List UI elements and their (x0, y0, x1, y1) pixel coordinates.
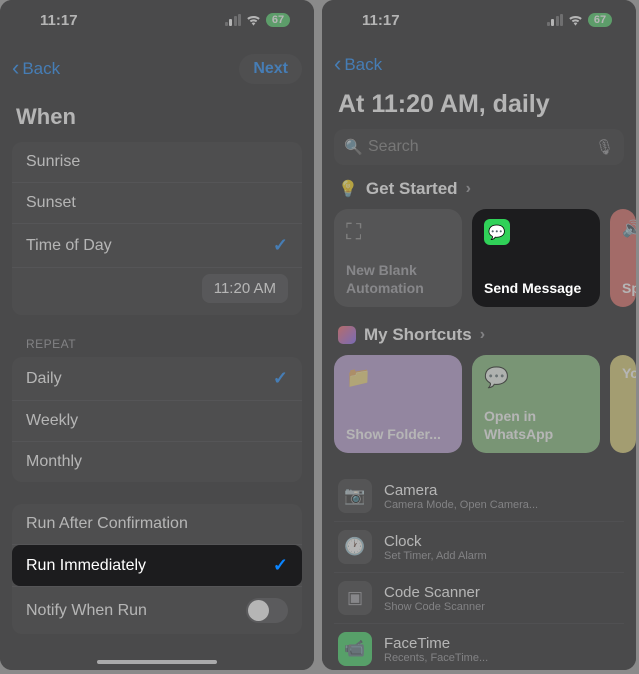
search-field[interactable]: 🔍 🎙 (322, 129, 636, 179)
speaker-icon: 🔊 (622, 219, 624, 239)
when-option-time-of-day[interactable]: Time of Day ✓ (12, 224, 302, 268)
repeat-option-daily[interactable]: Daily ✓ (12, 357, 302, 401)
battery-icon: 67 (588, 13, 612, 27)
repeat-option-weekly[interactable]: Weekly (12, 401, 302, 442)
status-time: 11:17 (40, 12, 78, 29)
when-group: Sunrise Sunset Time of Day ✓ 11:20 AM (12, 142, 302, 315)
app-list: 📷 Camera Camera Mode, Open Camera... 🕐 C… (322, 471, 636, 674)
right-screen: 11:17 67 ‹ Back At 11:20 AM, daily 🔍 🎙 💡… (322, 0, 636, 670)
facetime-icon: 📹 (338, 632, 372, 666)
card-show-folder[interactable]: 📁 Show Folder... (334, 355, 462, 453)
repeat-group: Daily ✓ Weekly Monthly (12, 357, 302, 482)
card-send-message[interactable]: 💬 Send Message (472, 209, 600, 307)
status-bar: 11:17 67 (0, 0, 314, 40)
check-icon: ✓ (273, 555, 288, 576)
run-immediately[interactable]: Run Immediately ✓ (12, 545, 302, 587)
battery-icon: 67 (266, 13, 290, 27)
search-icon: 🔍 (344, 138, 363, 156)
nav-bar: ‹ Back (322, 40, 636, 86)
clock-icon: 🕐 (338, 530, 372, 564)
page-title: At 11:20 AM, daily (322, 86, 636, 129)
back-button[interactable]: ‹ Back (12, 58, 60, 80)
nav-bar: ‹ Back Next (0, 40, 314, 94)
status-time: 11:17 (362, 12, 400, 29)
wifi-icon (568, 14, 583, 26)
run-after-confirmation[interactable]: Run After Confirmation (12, 504, 302, 545)
crop-icon: ⛶ (346, 219, 450, 245)
chevron-right-icon: › (466, 180, 471, 198)
back-label: Back (22, 59, 60, 79)
folder-icon: 📁 (346, 365, 450, 390)
repeat-label: REPEAT (0, 337, 314, 357)
check-icon: ✓ (273, 368, 288, 389)
chat-icon: 💬 (484, 365, 588, 390)
signal-icon (225, 14, 242, 26)
check-icon: ✓ (273, 235, 288, 256)
home-indicator[interactable] (97, 660, 217, 664)
my-shortcuts-cards: 📁 Show Folder... 💬 Open in WhatsApp Yo (322, 355, 636, 471)
card-yellow-partial[interactable]: Yo (610, 355, 636, 453)
chevron-left-icon: ‹ (12, 57, 19, 79)
wifi-icon (246, 14, 261, 26)
notify-toggle[interactable] (246, 598, 288, 623)
lightbulb-icon: 💡 (338, 179, 358, 199)
my-shortcuts-header[interactable]: My Shortcuts › (322, 325, 636, 355)
back-button[interactable]: ‹ Back (334, 54, 382, 76)
notify-when-run[interactable]: Notify When Run (12, 587, 302, 634)
camera-icon: 📷 (338, 479, 372, 513)
time-picker[interactable]: 11:20 AM (202, 274, 288, 303)
app-row-camera[interactable]: 📷 Camera Camera Mode, Open Camera... (334, 471, 624, 522)
repeat-option-monthly[interactable]: Monthly (12, 442, 302, 482)
card-speak-partial[interactable]: 🔊 Sp (610, 209, 636, 307)
mic-icon[interactable]: 🎙 (595, 138, 614, 156)
card-open-whatsapp[interactable]: 💬 Open in WhatsApp (472, 355, 600, 453)
app-row-facetime[interactable]: 📹 FaceTime Recents, FaceTime... (334, 624, 624, 674)
card-new-blank-automation[interactable]: ⛶ New Blank Automation (334, 209, 462, 307)
chevron-right-icon: › (480, 326, 485, 344)
run-group: Run After Confirmation Run Immediately ✓… (12, 504, 302, 634)
chevron-left-icon: ‹ (334, 53, 341, 75)
shortcuts-icon (338, 326, 356, 344)
when-heading: When (0, 94, 314, 142)
search-input[interactable] (334, 129, 624, 165)
when-option-sunset[interactable]: Sunset (12, 183, 302, 224)
status-bar: 11:17 67 (322, 0, 636, 40)
when-option-sunrise[interactable]: Sunrise (12, 142, 302, 183)
next-button[interactable]: Next (239, 54, 302, 84)
left-screen: 11:17 67 ‹ Back Next When Sunrise Sunset… (0, 0, 314, 670)
back-label: Back (344, 55, 382, 75)
signal-icon (547, 14, 564, 26)
get-started-cards: ⛶ New Blank Automation 💬 Send Message 🔊 … (322, 209, 636, 325)
app-row-code-scanner[interactable]: ▣ Code Scanner Show Code Scanner (334, 573, 624, 624)
messages-icon: 💬 (484, 219, 510, 245)
app-row-clock[interactable]: 🕐 Clock Set Timer, Add Alarm (334, 522, 624, 573)
qr-icon: ▣ (338, 581, 372, 615)
get-started-header[interactable]: 💡 Get Started › (322, 179, 636, 209)
